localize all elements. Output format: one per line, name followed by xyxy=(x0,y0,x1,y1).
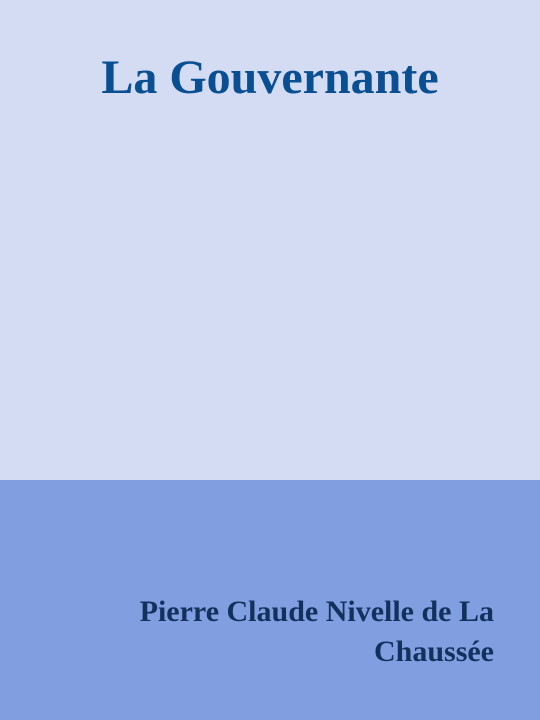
book-author: Pierre Claude Nivelle de La Chaussée xyxy=(139,595,494,668)
book-cover: La Gouvernante Pierre Claude Nivelle de … xyxy=(0,0,540,720)
cover-top-panel: La Gouvernante xyxy=(0,0,540,480)
book-title: La Gouvernante xyxy=(101,51,439,104)
